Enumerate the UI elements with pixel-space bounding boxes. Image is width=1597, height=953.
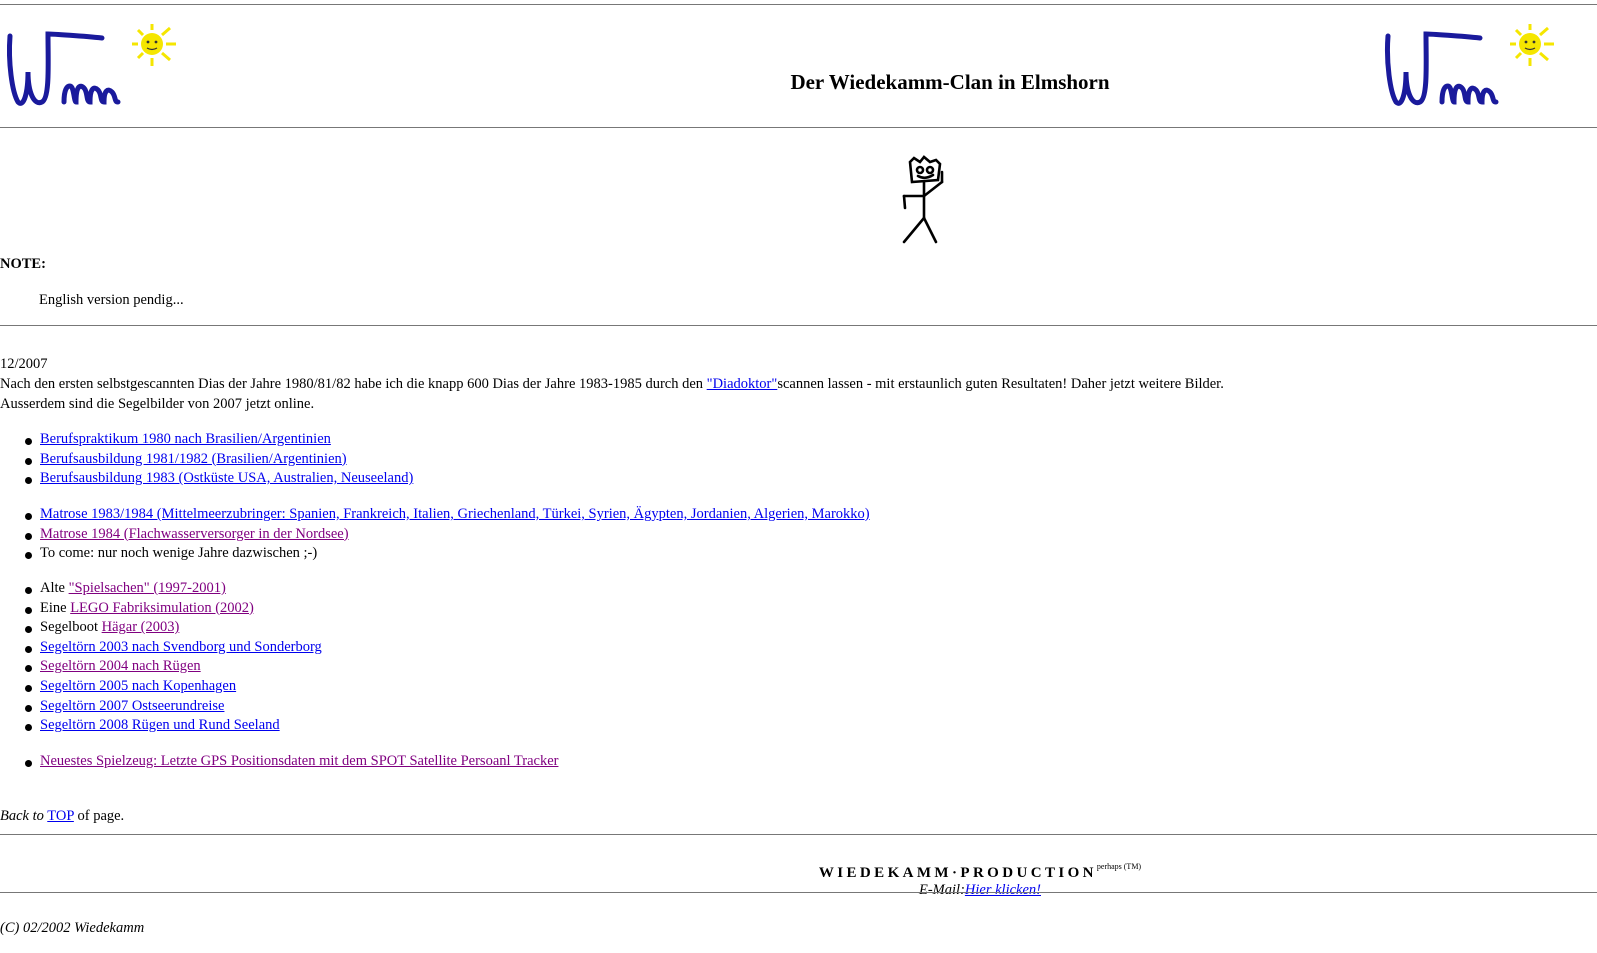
sun-icon	[1510, 24, 1554, 66]
bullet-icon	[25, 760, 32, 767]
news-line1-before: Nach den ersten selbstgescannten Dias de…	[0, 376, 707, 392]
wm-logo-icon	[7, 24, 176, 106]
production-credit: WIEDEKAMM·PRODUCTIONperhaps (TM)	[700, 862, 1260, 882]
sun-icon	[132, 24, 176, 66]
list-item-content: Segeltörn 2008 Rügen und Rund Seeland	[40, 717, 280, 734]
list-item-content: Alte "Spielsachen" (1997-2001)	[40, 580, 226, 597]
list-item-content: Neuestes Spielzeug: Letzte GPS Positions…	[40, 753, 558, 770]
list-item-link[interactable]: LEGO Fabriksimulation (2002)	[70, 600, 254, 616]
footer-divider-bottom	[0, 892, 1597, 893]
list-item-content: Berufsausbildung 1983 (Ostküste USA, Aus…	[40, 470, 413, 487]
list-item-link[interactable]: Segeltörn 2007 Ostseerundreise	[40, 698, 224, 714]
bullet-icon	[25, 477, 32, 485]
production-name: WIEDEKAMM·PRODUCTION	[818, 865, 1097, 881]
news-line2: Ausserdem sind die Segelbilder von 2007 …	[0, 396, 315, 412]
list-item-link[interactable]: Berufspraktikum 1980 nach Brasilien/Arge…	[40, 431, 331, 447]
email-link[interactable]: Hier klicken!	[965, 882, 1041, 898]
list-item-link[interactable]: Segeltörn 2005 nach Kopenhagen	[40, 678, 236, 694]
bullet-icon	[25, 685, 32, 692]
stick-figure-icon	[902, 155, 944, 244]
news-date: 12/2007	[0, 356, 48, 372]
note-text: English version pendig...	[39, 292, 184, 308]
wm-logo-icon	[1385, 24, 1554, 106]
list-item-prefix: To come: nur noch wenige Jahre dazwische…	[40, 545, 318, 562]
logo-left	[4, 22, 204, 132]
back-to-after: of page.	[77, 808, 125, 824]
bullet-icon	[25, 587, 32, 594]
list-item-content: Berufspraktikum 1980 nach Brasilien/Arge…	[40, 431, 331, 448]
bullet-icon	[25, 532, 32, 540]
top-link[interactable]: TOP	[47, 808, 74, 824]
logo-right	[1382, 22, 1582, 132]
back-to-label: Back to	[0, 808, 44, 824]
bullet-icon	[25, 552, 32, 560]
news-line1-after: scannen lassen - mit erstaunlich guten R…	[777, 376, 1224, 392]
list-item-link[interactable]: Segeltörn 2003 nach Svendborg und Sonder…	[40, 639, 322, 655]
list-item-link[interactable]: Segeltörn 2004 nach Rügen	[40, 658, 201, 674]
bullet-icon	[25, 665, 32, 673]
list-item-link[interactable]: Segeltörn 2008 Rügen und Rund Seeland	[40, 717, 280, 733]
bullet-icon	[25, 724, 32, 732]
bullet-icon	[25, 626, 32, 634]
bullet-icon	[25, 457, 32, 465]
news-line1: Nach den ersten selbstgescannten Dias de…	[0, 376, 1224, 393]
bullet-icon	[25, 513, 32, 520]
note-divider	[0, 325, 1597, 326]
list-item-content: Segeltörn 2004 nach Rügen	[40, 658, 201, 675]
note-label: NOTE:	[0, 256, 46, 272]
page-title: Der Wiedekamm-Clan in Elmshorn	[790, 70, 1110, 94]
email-line: E-Mail:Hier klicken!	[700, 882, 1260, 899]
list-item-content: Matrose 1983/1984 (Mittelmeerzubringer: …	[40, 506, 870, 523]
list-item-prefix: Eine	[40, 599, 71, 616]
list-item-link[interactable]: Neuestes Spielzeug: Letzte GPS Positions…	[40, 753, 558, 769]
production-sup: perhaps (TM)	[1096, 862, 1142, 871]
list-item-link[interactable]: Matrose 1984 (Flachwasserversorger in de…	[40, 526, 349, 542]
diadoktor-link[interactable]: "Diadoktor"	[707, 376, 778, 392]
list-item-prefix: Segelboot	[40, 619, 102, 636]
list-item-link[interactable]: Berufsausbildung 1981/1982 (Brasilien/Ar…	[40, 451, 347, 467]
footer-divider-top	[0, 834, 1597, 835]
list-item-content: Eine LEGO Fabriksimulation (2002)	[40, 600, 254, 617]
bullet-icon	[25, 645, 32, 653]
list-item-content: Segelboot Hägar (2003)	[40, 619, 179, 636]
email-label: E-Mail:	[919, 882, 965, 898]
list-item-prefix: Alte	[40, 580, 69, 596]
list-item-content: Berufsausbildung 1981/1982 (Brasilien/Ar…	[40, 451, 347, 468]
list-item-link[interactable]: Matrose 1983/1984 (Mittelmeerzubringer: …	[40, 506, 870, 522]
stick-figure	[900, 152, 960, 252]
copyright: (C) 02/2002 Wiedekamm	[0, 920, 145, 936]
bullet-icon	[25, 438, 32, 445]
list-item-content: Segeltörn 2005 nach Kopenhagen	[40, 678, 236, 695]
top-divider	[0, 4, 1597, 5]
list-item-content: Segeltörn 2007 Ostseerundreise	[40, 698, 224, 715]
list-item-content: To come: nur noch wenige Jahre dazwische…	[40, 545, 317, 562]
list-item-link[interactable]: "Spielsachen" (1997-2001)	[69, 580, 226, 596]
bullet-icon	[25, 606, 32, 614]
list-item-link[interactable]: Hägar (2003)	[102, 619, 180, 635]
list-item-link[interactable]: Berufsausbildung 1983 (Ostküste USA, Aus…	[40, 470, 413, 486]
header-divider	[0, 127, 1597, 128]
list-item-content: Segeltörn 2003 nach Svendborg und Sonder…	[40, 639, 322, 656]
page: Der Wiedekamm-Clan in Elmshorn NOTE: Eng…	[0, 0, 1597, 953]
back-to-top: Back to TOP of page.	[0, 808, 124, 825]
bullet-icon	[25, 704, 32, 712]
list-item-content: Matrose 1984 (Flachwasserversorger in de…	[40, 526, 349, 543]
